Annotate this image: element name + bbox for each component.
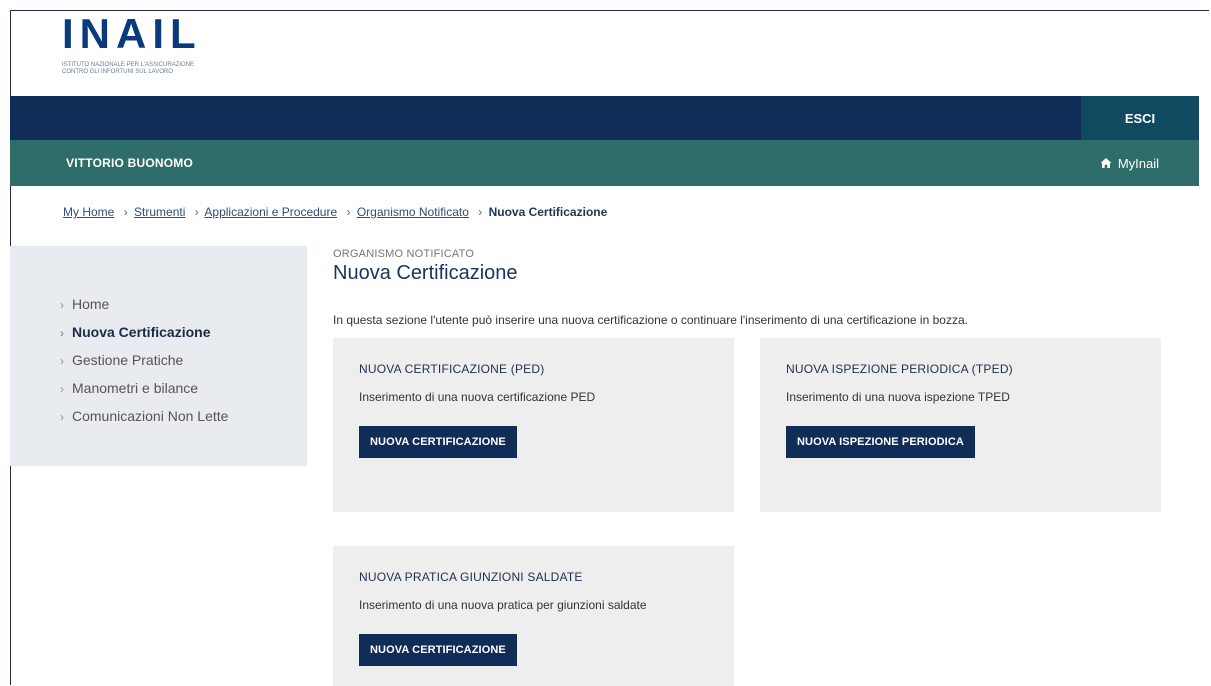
card-nuova-ispezione-tped: NUOVA ISPEZIONE PERIODICA (TPED) Inserim…: [760, 338, 1161, 512]
sidebar-item-label: Gestione Pratiche: [72, 352, 184, 368]
sidebar-menu: › Home › Nuova Certificazione › Gestione Pr…: [60, 290, 228, 430]
sidebar: › Home › Nuova Certificazione › Gestione Pr…: [10, 246, 307, 466]
card-title: NUOVA PRATICA GIUNZIONI SALDATE: [359, 570, 583, 584]
nuova-ispezione-periodica-button[interactable]: NUOVA ISPEZIONE PERIODICA: [786, 426, 975, 458]
card-description: Inserimento di una nuova certificazione …: [359, 390, 596, 404]
breadcrumb-separator: ›: [194, 205, 199, 219]
breadcrumb-separator: ›: [123, 205, 128, 219]
myinail-link[interactable]: MyInail: [1100, 140, 1159, 186]
sidebar-item-comunicazioni[interactable]: › Comunicazioni Non Lette: [60, 402, 228, 430]
chevron-right-icon: ›: [60, 298, 64, 312]
card-nuova-certificazione-ped: NUOVA CERTIFICAZIONE (PED) Inserimento d…: [333, 338, 734, 512]
intro-text: In questa sezione l'utente può inserire …: [333, 313, 968, 327]
sidebar-item-gestione-pratiche[interactable]: › Gestione Pratiche: [60, 346, 228, 374]
sidebar-item-label: Home: [72, 296, 110, 312]
card-description: Inserimento di una nuova ispezione TPED: [786, 390, 1010, 404]
breadcrumb-strumenti[interactable]: Strumenti: [134, 205, 185, 219]
sidebar-item-label: Nuova Certificazione: [72, 324, 211, 340]
sidebar-item-label: Manometri e bilance: [72, 380, 199, 396]
breadcrumb-my-home[interactable]: My Home: [63, 205, 114, 219]
chevron-right-icon: ›: [60, 354, 64, 368]
breadcrumb-applicazioni[interactable]: Applicazioni e Procedure: [204, 205, 337, 219]
card-title: NUOVA CERTIFICAZIONE (PED): [359, 362, 545, 376]
user-bar: VITTORIO BUONOMO MyInail: [10, 140, 1199, 186]
card-title: NUOVA ISPEZIONE PERIODICA (TPED): [786, 362, 1013, 376]
chevron-right-icon: ›: [60, 410, 64, 424]
breadcrumb-current: Nuova Certificazione: [488, 205, 608, 219]
nuova-certificazione-giunzioni-button[interactable]: NUOVA CERTIFICAZIONE: [359, 634, 517, 666]
card-nuova-pratica-giunzioni: NUOVA PRATICA GIUNZIONI SALDATE Inserime…: [333, 546, 734, 686]
home-icon: [1100, 158, 1112, 168]
card-description: Inserimento di una nuova pratica per giu…: [359, 598, 647, 612]
inail-logo[interactable]: INAIL ISTITUTO NAZIONALE PER L'ASSICURAZ…: [62, 10, 232, 76]
logout-button[interactable]: ESCI: [1081, 96, 1199, 140]
logo-tagline-line2: CONTRO GLI INFORTUNI SUL LAVORO: [62, 69, 173, 75]
top-nav-bar: ESCI: [10, 96, 1199, 140]
sidebar-item-home[interactable]: › Home: [60, 290, 228, 318]
breadcrumb-organismo[interactable]: Organismo Notificato: [357, 205, 469, 219]
breadcrumb: My Home › Strumenti › Applicazioni e Pro…: [63, 205, 607, 219]
logo-wordmark: INAIL: [62, 10, 202, 57]
breadcrumb-separator: ›: [478, 205, 483, 219]
sidebar-item-nuova-certificazione[interactable]: › Nuova Certificazione: [60, 318, 228, 346]
user-name: VITTORIO BUONOMO: [66, 156, 193, 170]
page-title: Nuova Certificazione: [333, 262, 518, 284]
sidebar-item-manometri[interactable]: › Manometri e bilance: [60, 374, 228, 402]
nuova-certificazione-button[interactable]: NUOVA CERTIFICAZIONE: [359, 426, 517, 458]
logo-tagline-line1: ISTITUTO NAZIONALE PER L'ASSICURAZIONE: [62, 62, 195, 68]
myinail-label: MyInail: [1117, 155, 1159, 171]
section-label: ORGANISMO NOTIFICATO: [333, 248, 475, 260]
breadcrumb-separator: ›: [346, 205, 351, 219]
sidebar-item-label: Comunicazioni Non Lette: [72, 408, 229, 424]
chevron-right-icon: ›: [60, 326, 64, 340]
chevron-right-icon: ›: [60, 382, 64, 396]
logo-tagline: ISTITUTO NAZIONALE PER L'ASSICURAZIONE C…: [62, 62, 232, 76]
